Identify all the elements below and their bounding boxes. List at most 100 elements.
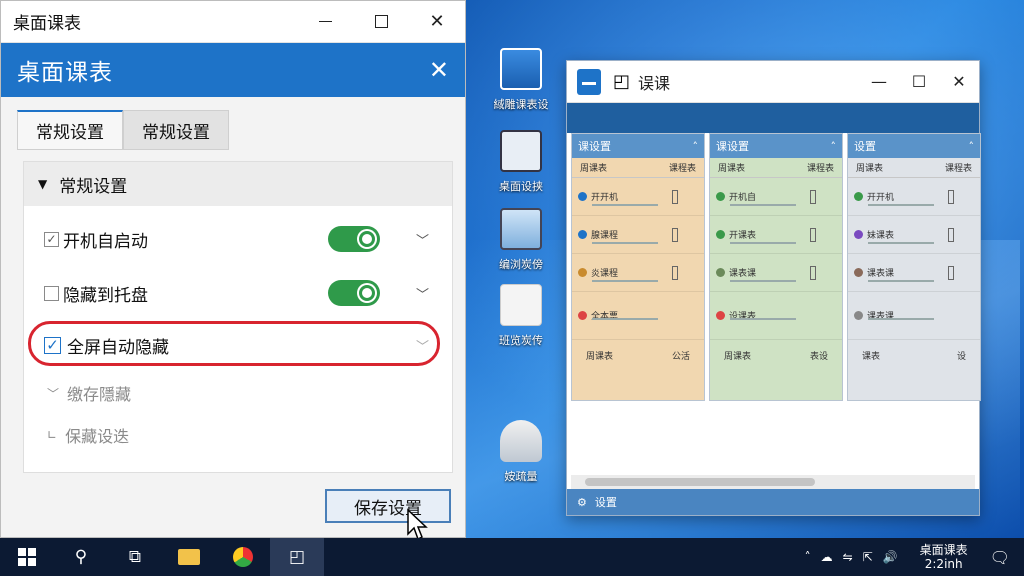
column-header[interactable]: 课设置 ˄ — [572, 134, 704, 158]
desktop-icon-settings[interactable]: 桌面设挟 — [488, 130, 554, 194]
gear-icon[interactable]: ⚙ — [577, 496, 587, 509]
close-button[interactable]: ✕ — [939, 72, 979, 91]
task-view-button[interactable]: ⧉ — [108, 538, 162, 576]
bookmark-icon: ◰ — [613, 71, 631, 92]
list-item[interactable]: 课表课 — [710, 254, 842, 292]
maximize-button[interactable] — [353, 1, 409, 42]
list-item[interactable]: 课表课 — [848, 254, 980, 292]
settings-header: 桌面课表 ✕ — [1, 43, 465, 97]
minimize-icon — [318, 21, 332, 22]
dialog-close-button[interactable]: ✕ — [429, 56, 449, 84]
list-item[interactable]: 妹课表 — [848, 216, 980, 254]
toggle-knob — [359, 285, 375, 301]
volume-icon[interactable]: 🔊 — [883, 550, 898, 564]
column-header[interactable]: 课设置 ˄ — [710, 134, 842, 158]
corner-icon: ∟ — [47, 428, 58, 442]
column-subheader: 周课表 课程表 — [848, 158, 980, 178]
close-button[interactable]: ✕ — [409, 1, 465, 42]
status-dot — [716, 311, 725, 320]
desktop-icon-monitor[interactable]: 编浏炭傍 — [488, 208, 554, 272]
column-title: 课设置 — [578, 140, 611, 153]
app-icon: ◰ — [288, 547, 306, 567]
phone-icon — [948, 189, 954, 204]
horizontal-scrollbar[interactable] — [571, 475, 975, 489]
browser-button[interactable] — [216, 538, 270, 576]
search-button[interactable]: ⚲ — [54, 538, 108, 576]
desktop-icon-recycle[interactable]: 姲疏量 — [488, 420, 554, 484]
tray-toggle[interactable] — [328, 280, 380, 306]
tray-checkbox[interactable] — [44, 285, 59, 301]
section-header[interactable]: ▼ 常规设置 — [24, 162, 452, 206]
list-item[interactable]: 腺课程 — [572, 216, 704, 254]
desktop-icon-schedule[interactable]: 緎雕课表设 — [488, 48, 554, 112]
desktop-icon-label: 班览炭传 — [499, 334, 543, 347]
divider — [730, 242, 796, 244]
list-item[interactable]: 课表课 — [848, 292, 980, 340]
folder-icon — [178, 549, 200, 565]
maximize-button[interactable]: ☐ — [899, 72, 939, 91]
desktop-icon-label: 桌面设挟 — [499, 180, 543, 193]
schedule-column: 课设置 ˄ 周课表 课程表 开开机 腺课程 炎课程 全本票 周课表 公活 — [571, 133, 705, 401]
tab-general[interactable]: 常规设置 — [17, 110, 123, 150]
list-item[interactable]: 开开机 — [848, 178, 980, 216]
item-label: 炎课程 — [591, 269, 619, 279]
highlight-annotation — [28, 321, 440, 366]
chevron-up-icon[interactable]: ˄ — [805, 550, 811, 564]
sub-label: 周课表 — [718, 164, 746, 174]
divider — [868, 242, 934, 244]
file-explorer-button[interactable] — [162, 538, 216, 576]
task-view-icon: ⧉ — [128, 547, 142, 567]
clock-time: 2:2inh — [924, 557, 963, 571]
list-item[interactable]: 设课表 — [710, 292, 842, 340]
item-label: 开开机 — [867, 193, 895, 203]
clock-title: 桌面课表 — [919, 543, 968, 557]
system-tray: ˄ ☁ ⇋ ⇱ 🔊 桌面课表 2:2inh 🗨 — [800, 538, 1024, 576]
autostart-checkbox[interactable]: ✓ — [44, 231, 59, 247]
save-settings-button[interactable]: 保存设置 — [325, 489, 451, 523]
desktop-icon-label: 编浏炭傍 — [499, 258, 543, 271]
external-icon[interactable]: ⇱ — [863, 550, 873, 564]
autostart-toggle[interactable] — [328, 226, 380, 252]
list-item[interactable]: 开开机 — [572, 178, 704, 216]
tab-general-2[interactable]: 常规设置 — [123, 110, 229, 150]
list-item[interactable]: 全本票 — [572, 292, 704, 340]
scrollbar-thumb[interactable] — [585, 478, 815, 486]
section-title: 常规设置 — [59, 176, 128, 197]
list-item[interactable]: 炎课程 — [572, 254, 704, 292]
cloud-icon[interactable]: ☁ — [821, 550, 833, 564]
clock[interactable]: 桌面课表 2:2inh — [915, 543, 973, 571]
divider — [868, 204, 934, 206]
status-dot — [578, 311, 587, 320]
desktop-icon-label: 姲疏量 — [504, 470, 538, 483]
chevron-down-icon[interactable]: ﹀ — [416, 284, 429, 303]
list-item[interactable]: 开机自 — [710, 178, 842, 216]
app-icon — [577, 68, 601, 95]
window-title: 桌面课表 — [13, 14, 81, 34]
column-footer: 课表 设 — [848, 340, 980, 370]
network-icon[interactable]: ⇋ — [843, 550, 853, 564]
list-item[interactable]: 开课表 — [710, 216, 842, 254]
phone-icon — [810, 227, 816, 242]
status-dot — [578, 230, 587, 239]
divider — [592, 318, 658, 320]
item-label: 腺课程 — [591, 231, 619, 241]
ghost-label: 保藏设迭 — [65, 427, 130, 446]
start-button[interactable] — [0, 538, 54, 576]
minimize-button[interactable]: — — [859, 72, 899, 91]
notification-icon[interactable]: 🗨 — [990, 548, 1010, 567]
phone-icon — [948, 227, 954, 242]
phone-icon — [810, 189, 816, 204]
desktop-icon-document[interactable]: 班览炭传 — [488, 284, 554, 348]
divider — [730, 204, 796, 206]
divider — [868, 318, 934, 320]
footer-label: 公活 — [671, 351, 690, 362]
sub-label: 课程表 — [668, 164, 696, 174]
recycle-bin-icon — [500, 420, 542, 462]
schedule-app-button[interactable]: ◰ — [270, 538, 324, 576]
column-subheader: 周课表 课程表 — [710, 158, 842, 178]
option-label: 隐藏到托盘 — [63, 285, 148, 306]
column-header[interactable]: 设置 ˄ — [848, 134, 980, 158]
chevron-down-icon[interactable]: ﹀ — [416, 230, 429, 249]
minimize-button[interactable] — [297, 1, 353, 42]
phone-icon — [672, 227, 678, 242]
